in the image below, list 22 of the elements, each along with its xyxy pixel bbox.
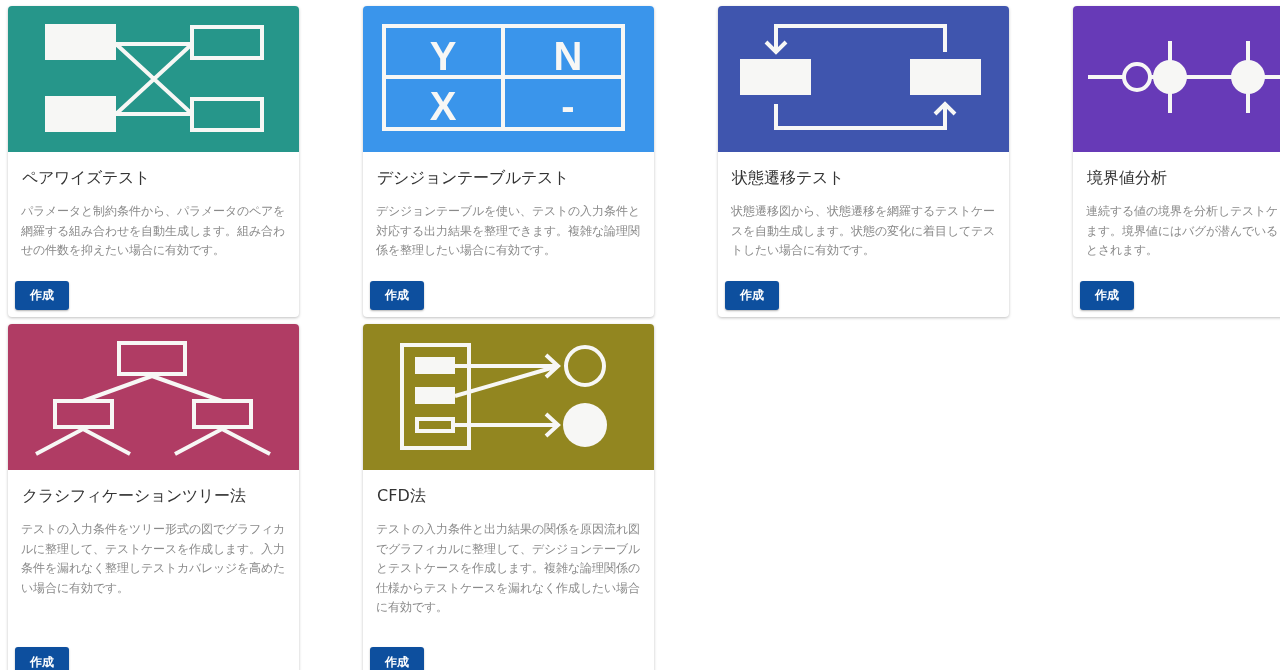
card-description: テストの入力条件と出力結果の関係を原因流れ図 でグラフィカルに整理して、デシジョンテーブル とテストケースを作成します。複雑な論理関係の 仕様からテストケースを漏れなく作成したい場合 に有効です。 bbox=[375, 521, 641, 616]
create-button[interactable]: 作成 bbox=[15, 280, 69, 310]
table-cell-letter: - bbox=[561, 84, 575, 128]
card-title: デシジョンテーブルテスト bbox=[376, 167, 570, 189]
card-title: クラシフィケーションツリー法 bbox=[21, 485, 247, 507]
card-title: 境界値分析 bbox=[1086, 167, 1168, 189]
create-button[interactable]: 作成 bbox=[15, 647, 69, 670]
create-button[interactable]: 作成 bbox=[370, 280, 424, 310]
create-button[interactable]: 作成 bbox=[1080, 280, 1134, 310]
create-button[interactable]: 作成 bbox=[725, 280, 779, 310]
create-button[interactable]: 作成 bbox=[370, 647, 424, 670]
card-description: デシジョンテーブルを使い、テストの入力条件と 対応する出力結果を整理できます。複雑な論理関 係を整理したい場合に有効です。 bbox=[375, 203, 641, 259]
table-cell-letter: X bbox=[429, 84, 457, 128]
card-description: テストの入力条件をツリー形式の図でグラフィカ ルに整理して、テストケースを作成します。入力 条件を漏れなく整理しテストカバレッジを高めた い場合に有効です。 bbox=[20, 521, 286, 597]
card-title: 状態遷移テスト bbox=[731, 167, 845, 189]
card-description: 連続する値の境界を分析しテストケ ます。境界値にはバグが潜んでいる とされます。 bbox=[1085, 203, 1279, 259]
table-cell-letter: Y bbox=[429, 34, 457, 78]
card-description: パラメータと制約条件から、パラメータのペアを 網羅する組み合わせを自動生成します。組み合わ せの件数を抑えたい場合に有効です。 bbox=[20, 203, 286, 259]
card-title: CFD法 bbox=[376, 485, 427, 507]
table-cell-letter: N bbox=[553, 34, 583, 78]
card-title: ペアワイズテスト bbox=[21, 167, 151, 189]
card-description: 状態遷移図から、状態遷移を網羅するテストケー スを自動生成します。状態の変化に着目してテス トしたい場合に有効です。 bbox=[730, 203, 996, 259]
